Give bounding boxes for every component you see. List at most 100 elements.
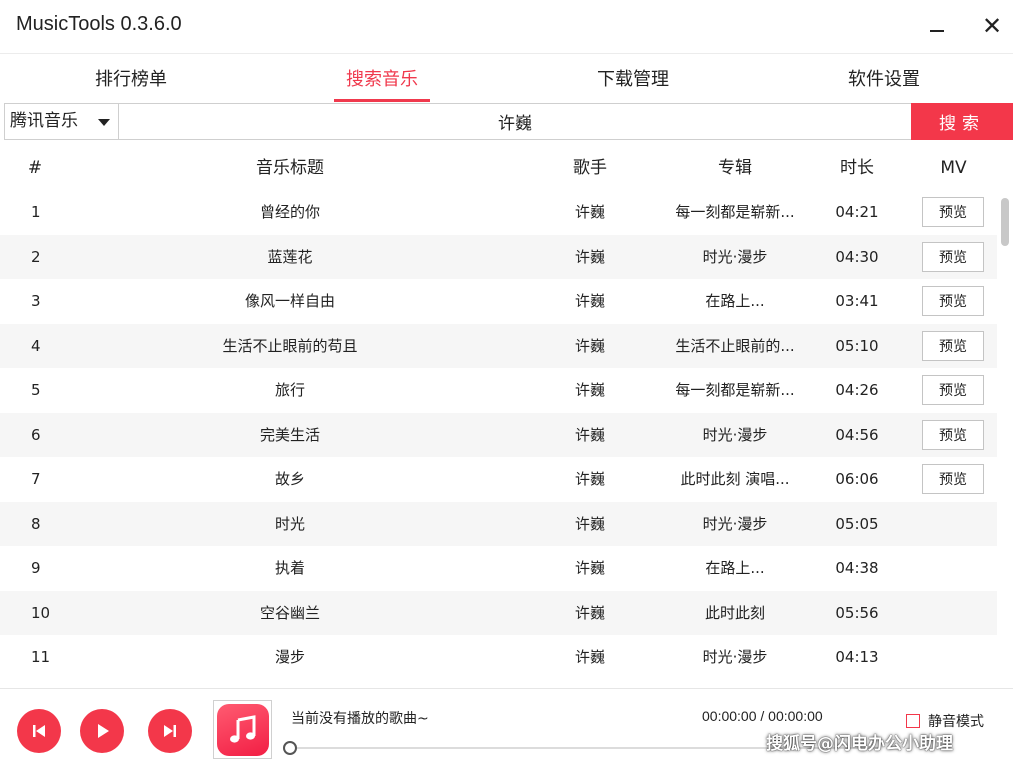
search-input[interactable] xyxy=(118,103,912,140)
mv-preview-button[interactable]: 预览 xyxy=(922,286,984,316)
cell-duration: 03:41 xyxy=(835,292,879,310)
next-button[interactable] xyxy=(148,709,192,753)
minimize-button[interactable] xyxy=(921,10,953,42)
cell-album: 时光·漫步 xyxy=(702,514,768,533)
cell-album: 每一刻都是崭新... xyxy=(675,203,795,221)
table-header: # 音乐标题 歌手 专辑 时长 MV xyxy=(0,146,997,190)
cell-title: 执着 xyxy=(274,559,305,577)
cell-album: 此时此刻 xyxy=(704,603,765,622)
tab-search-music[interactable]: 搜索音乐 xyxy=(312,62,452,102)
table-row[interactable]: 10 空谷幽兰 许巍 此时此刻 05:56 xyxy=(0,590,997,635)
mute-mode-checkbox[interactable]: 静音模式 xyxy=(906,711,984,731)
progress-knob[interactable] xyxy=(283,741,297,755)
playback-time: 00:00:00 / 00:00:00 xyxy=(702,708,823,724)
cell-num: 1 xyxy=(31,203,41,221)
mv-preview-button[interactable]: 预览 xyxy=(922,419,984,450)
cell-title: 蓝莲花 xyxy=(267,247,313,266)
cell-num: 2 xyxy=(31,247,41,266)
table-row[interactable]: 5 旅行 许巍 每一刻都是崭新... 04:26 预览 xyxy=(0,368,997,413)
column-header-mv: MV xyxy=(940,158,967,178)
cell-album: 每一刻都是崭新... xyxy=(675,381,795,399)
cell-artist: 许巍 xyxy=(574,470,605,488)
scrollbar-thumb[interactable] xyxy=(1001,198,1009,246)
tab-charts[interactable]: 排行榜单 xyxy=(61,62,201,102)
close-icon: ✕ xyxy=(981,12,1003,40)
cell-title: 像风一样自由 xyxy=(244,292,335,310)
close-button[interactable]: ✕ xyxy=(976,10,1008,42)
cell-duration: 06:06 xyxy=(835,470,879,488)
cell-artist: 许巍 xyxy=(574,648,605,666)
cell-title: 曾经的你 xyxy=(259,203,320,221)
cell-num: 6 xyxy=(31,425,41,444)
table-row[interactable]: 1 曾经的你 许巍 每一刻都是崭新... 04:21 预览 xyxy=(0,190,997,235)
table-row[interactable]: 4 生活不止眼前的苟且 许巍 生活不止眼前的... 05:10 预览 xyxy=(0,323,997,368)
watermark: 搜狐号@闪电办公小助理 xyxy=(766,734,953,754)
cell-artist: 许巍 xyxy=(574,381,605,399)
mv-preview-button[interactable]: 预览 xyxy=(922,197,984,227)
table-row[interactable]: 7 故乡 许巍 此时此刻 演唱... 06:06 预览 xyxy=(0,457,997,502)
cell-artist: 许巍 xyxy=(574,292,605,310)
cell-duration: 05:56 xyxy=(835,603,879,622)
cell-title: 故乡 xyxy=(274,470,305,488)
table-row[interactable]: 9 执着 许巍 在路上... 04:38 xyxy=(0,546,997,591)
music-source-value: 腾讯音乐 xyxy=(10,111,78,131)
table-row[interactable]: 2 蓝莲花 许巍 时光·漫步 04:30 预览 xyxy=(0,234,997,279)
cell-duration: 05:10 xyxy=(835,336,879,355)
cell-title: 生活不止眼前的苟且 xyxy=(222,336,358,355)
cell-duration: 04:56 xyxy=(835,425,879,444)
cell-album: 时光·漫步 xyxy=(702,247,768,266)
cell-duration: 04:13 xyxy=(835,648,879,666)
tab-downloads[interactable]: 下载管理 xyxy=(563,62,703,102)
cell-title: 时光 xyxy=(274,514,305,533)
cell-num: 8 xyxy=(31,514,41,533)
cell-title: 旅行 xyxy=(274,381,305,399)
cell-num: 11 xyxy=(31,648,51,666)
cell-artist: 许巍 xyxy=(574,203,605,221)
tab-settings[interactable]: 软件设置 xyxy=(814,62,954,102)
cell-album: 生活不止眼前的... xyxy=(675,336,795,355)
table-body: 1 曾经的你 许巍 每一刻都是崭新... 04:21 预览 2 蓝莲花 许巍 时光·漫步 04:30… xyxy=(0,190,997,680)
play-button[interactable] xyxy=(80,709,124,753)
cell-num: 5 xyxy=(31,381,41,399)
cell-duration: 04:38 xyxy=(835,559,879,577)
previous-button[interactable] xyxy=(17,709,61,753)
table-scrollbar[interactable] xyxy=(998,190,1012,685)
table-row[interactable]: 6 完美生活 许巍 时光·漫步 04:56 预览 xyxy=(0,412,997,457)
search-button[interactable]: 搜索 xyxy=(911,103,1013,140)
album-cover xyxy=(213,700,272,759)
title-bar: MusicTools 0.3.6.0 ✕ xyxy=(0,0,1013,54)
minimize-icon xyxy=(930,30,944,32)
cell-album: 在路上... xyxy=(705,292,765,310)
table-row[interactable]: 3 像风一样自由 许巍 在路上... 03:41 预览 xyxy=(0,279,997,324)
cell-album: 时光·漫步 xyxy=(702,648,768,666)
now-playing-text: 当前没有播放的歌曲~ xyxy=(291,711,429,727)
cell-duration: 05:05 xyxy=(835,514,879,533)
chevron-down-icon xyxy=(98,119,110,126)
mv-preview-button[interactable]: 预览 xyxy=(922,330,984,361)
column-header-num: # xyxy=(27,158,43,178)
cell-duration: 04:30 xyxy=(835,247,879,266)
mv-preview-button[interactable]: 预览 xyxy=(922,375,984,405)
cell-artist: 许巍 xyxy=(574,603,605,622)
table-row[interactable]: 11 漫步 许巍 时光·漫步 04:13 xyxy=(0,635,997,680)
table-row[interactable]: 8 时光 许巍 时光·漫步 05:05 xyxy=(0,501,997,546)
cell-title: 空谷幽兰 xyxy=(259,603,320,622)
cell-num: 7 xyxy=(31,470,41,488)
main-tabs: 排行榜单 搜索音乐 下载管理 软件设置 xyxy=(0,62,1013,102)
cell-album: 此时此刻 演唱... xyxy=(680,470,790,488)
column-header-artist: 歌手 xyxy=(573,158,607,178)
music-source-select[interactable]: 腾讯音乐 xyxy=(4,103,119,140)
cell-num: 4 xyxy=(31,336,41,355)
cell-title: 漫步 xyxy=(274,648,305,666)
cell-num: 10 xyxy=(31,603,51,622)
mv-preview-button[interactable]: 预览 xyxy=(922,464,984,494)
cell-duration: 04:26 xyxy=(835,381,879,399)
cell-artist: 许巍 xyxy=(574,336,605,355)
cell-artist: 许巍 xyxy=(574,514,605,533)
window-title: MusicTools 0.3.6.0 xyxy=(16,13,182,35)
player-bar: 当前没有播放的歌曲~ 00:00:00 / 00:00:00 静音模式 搜狐号@… xyxy=(0,688,1013,763)
mute-mode-label: 静音模式 xyxy=(928,714,984,730)
checkbox-icon xyxy=(906,714,920,728)
search-bar: 腾讯音乐 搜索 xyxy=(4,103,1013,141)
mv-preview-button[interactable]: 预览 xyxy=(922,241,984,272)
